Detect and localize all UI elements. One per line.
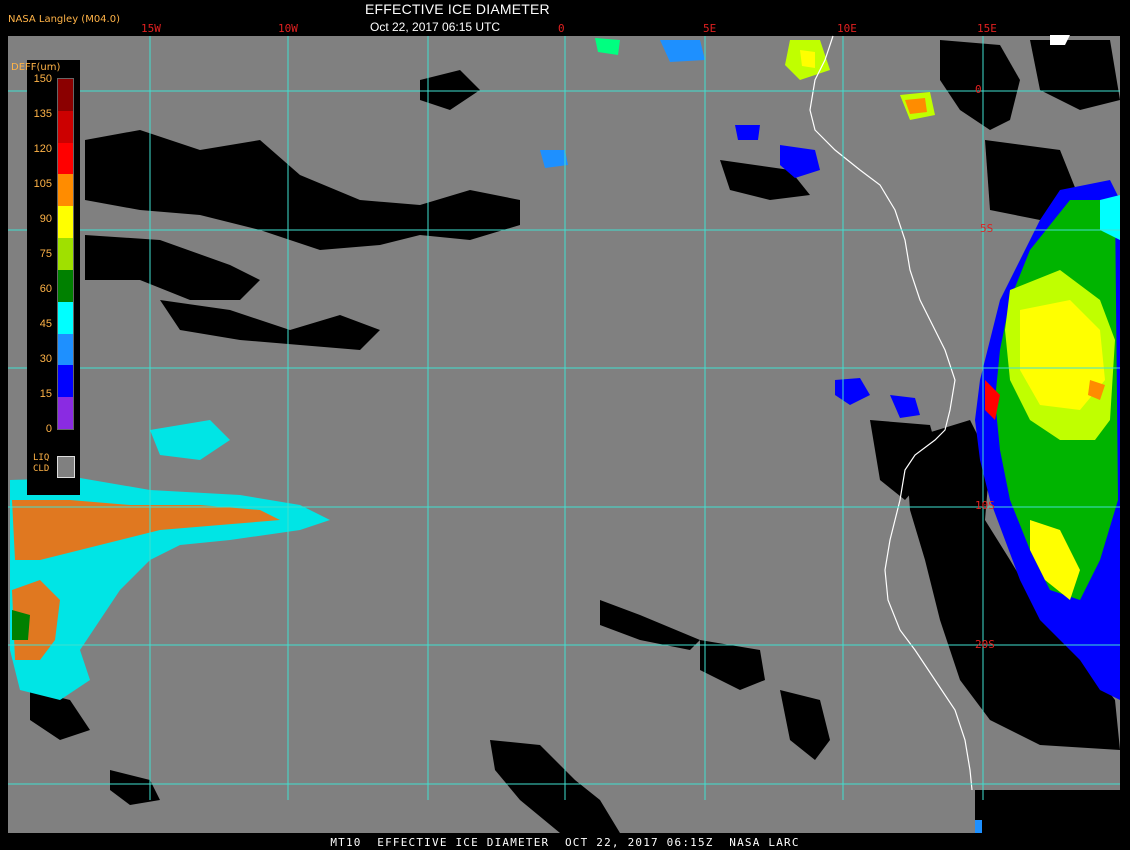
satellite-image-viewport: NASA Langley (M04.0) EFFECTIVE ICE DIAME… xyxy=(0,0,1130,850)
legend-swatch xyxy=(58,238,73,270)
lon-label-10e: 10E xyxy=(837,22,857,35)
lon-label-5e: 5E xyxy=(703,22,717,35)
legend-title: DEFF(um) xyxy=(11,62,61,73)
legend-swatch xyxy=(58,174,73,207)
footer-caption: MT10 EFFECTIVE ICE DIAMETER OCT 22, 2017… xyxy=(330,836,800,849)
lat-label-5s: 5S xyxy=(980,222,994,235)
liquid-cloud-label-2: CLD xyxy=(33,464,50,474)
lon-label-0: 0 xyxy=(558,22,565,35)
legend-swatch xyxy=(58,301,73,334)
cloud-property-map xyxy=(8,35,1120,833)
lat-label-20s: 20S xyxy=(975,638,995,651)
legend-swatch xyxy=(58,397,73,429)
legend-swatch xyxy=(58,142,73,175)
liquid-cloud-label-1: LIQ xyxy=(33,453,50,463)
legend-tick-label: 45 xyxy=(39,318,52,330)
legend-swatch xyxy=(58,79,73,111)
lon-label-10w: 10W xyxy=(278,22,298,35)
org-label: NASA Langley (M04.0) xyxy=(8,14,120,25)
lon-label-15e: 15E xyxy=(977,22,997,35)
legend-tick-label: 15 xyxy=(39,388,52,400)
legend-tick-label: 105 xyxy=(33,178,52,190)
legend-swatch xyxy=(58,333,73,366)
legend-tick-label: 60 xyxy=(39,283,52,295)
legend-swatch xyxy=(58,110,73,143)
legend-swatch xyxy=(58,365,73,398)
map-title: EFFECTIVE ICE DIAMETER xyxy=(365,1,550,17)
legend-tick-label: 30 xyxy=(39,353,52,365)
legend-tick-label: 150 xyxy=(33,73,52,85)
legend-swatch xyxy=(58,206,73,239)
lat-label-10s: 10S xyxy=(975,499,995,512)
lon-label-15w: 15W xyxy=(141,22,161,35)
map-subtitle: Oct 22, 2017 06:15 UTC xyxy=(370,20,501,34)
legend-tick-label: 75 xyxy=(39,248,52,260)
legend-tick-label: 135 xyxy=(33,108,52,120)
liquid-cloud-swatch xyxy=(57,456,75,478)
legend-swatch xyxy=(58,269,73,302)
legend-tick-label: 0 xyxy=(45,423,52,435)
legend-tick-label: 120 xyxy=(33,143,52,155)
legend-tick-label: 90 xyxy=(39,213,52,225)
legend-colorbar xyxy=(57,78,74,430)
lat-label-0: 0 xyxy=(975,83,982,96)
